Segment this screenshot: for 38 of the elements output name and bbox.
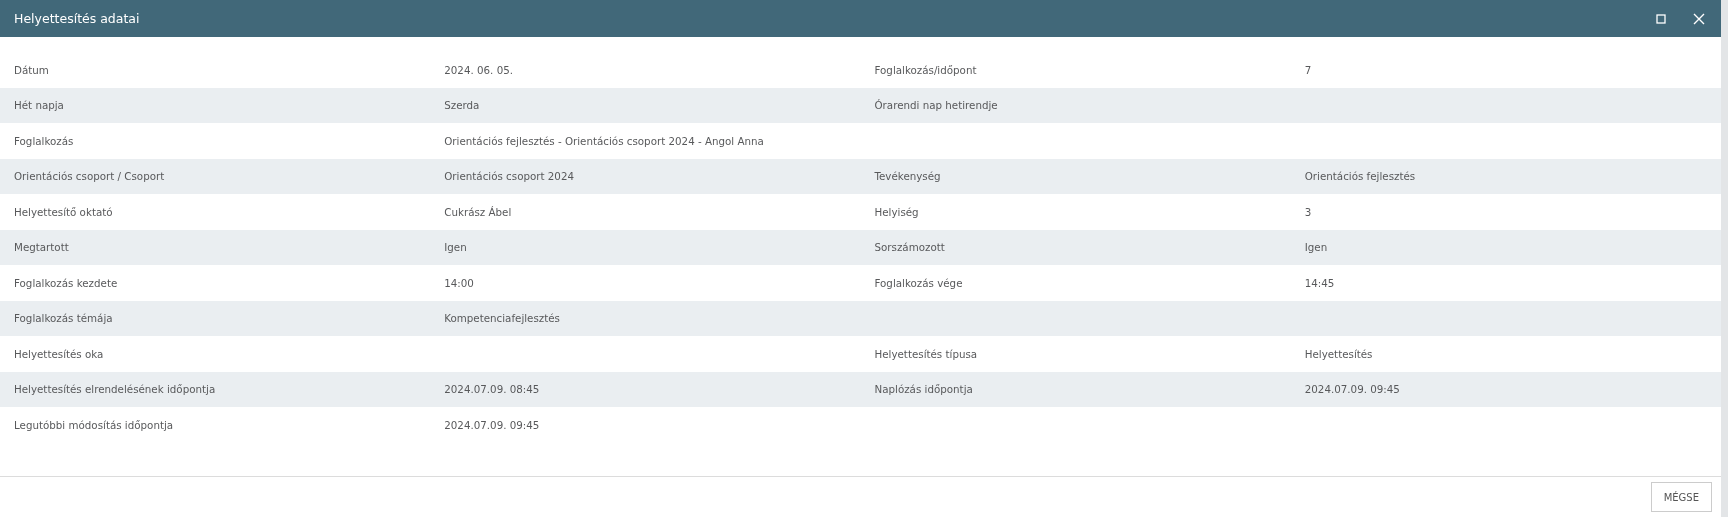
window-title: Helyettesítés adatai: [14, 11, 141, 26]
field-label: Tevékenység: [873, 170, 942, 183]
field-value: 3: [1303, 205, 1313, 218]
field-label: Foglalkozás kezdete: [13, 276, 119, 289]
cancel-button[interactable]: MÉGSE: [1650, 482, 1712, 512]
field-label: Órarendi nap hetirendje: [873, 99, 999, 112]
field-label: Dátum: [13, 63, 50, 76]
field-value: Orientációs fejlesztés - Orientációs csoport 2024 - Angol Anna: [443, 134, 765, 147]
field-label: Megtartott: [13, 241, 70, 254]
field-label: Helyettesítés típusa: [873, 347, 979, 360]
field-value: Igen: [443, 241, 468, 254]
field-value: 2024.07.09. 09:45: [443, 418, 541, 431]
field-label: Sorszámozott: [873, 241, 946, 254]
field-label: Foglalkozás: [13, 134, 75, 147]
field-value: Orientációs fejlesztés: [1303, 170, 1417, 183]
field-value: 14:45: [1303, 276, 1336, 289]
field-value: 7: [1303, 63, 1313, 76]
field-label: Helyettesítés elrendelésének időpontja: [13, 383, 217, 396]
field-value: Cukrász Ábel: [443, 205, 513, 218]
field-value: Orientációs csoport 2024: [443, 170, 576, 183]
field-value: 14:00: [443, 276, 475, 289]
field-value: 2024.07.09. 09:45: [1303, 383, 1401, 396]
field-label: Helyettesítés oka: [13, 347, 105, 360]
field-value: Igen: [1303, 241, 1329, 254]
field-label: Legutóbbi módosítás időpontja: [13, 418, 175, 431]
field-label: Orientációs csoport / Csoport: [13, 170, 166, 183]
field-value: Helyettesítés: [1303, 347, 1374, 360]
field-value: Kompetenciafejlesztés: [443, 312, 561, 325]
field-label: Naplózás időpontja: [873, 383, 974, 396]
field-value: 2024.07.09. 08:45: [443, 383, 541, 396]
field-value: 2024. 06. 05.: [443, 63, 515, 76]
field-label: Foglalkozás vége: [873, 276, 964, 289]
field-label: Hét napja: [13, 99, 65, 112]
field-label: Foglalkozás/időpont: [873, 63, 978, 76]
field-label: Helyiség: [873, 205, 920, 218]
field-label: Helyettesítő oktató: [13, 205, 114, 218]
field-value: Szerda: [443, 99, 481, 112]
field-label: Foglalkozás témája: [13, 312, 114, 325]
